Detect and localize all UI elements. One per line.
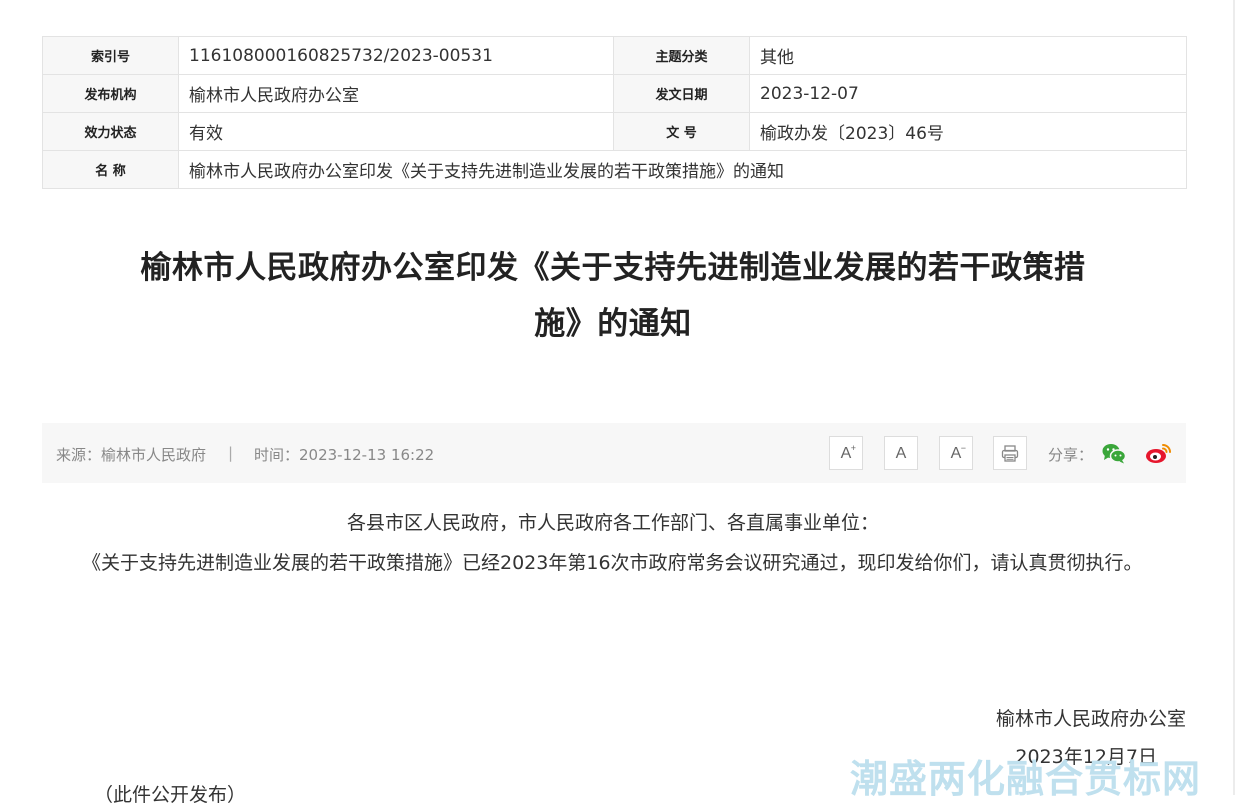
page-title-line1: 榆林市人民政府办公室印发《关于支持先进制造业发展的若干政策措 (140, 250, 1086, 286)
signature-organization: 榆林市人民政府办公室 (995, 708, 1186, 730)
document-name-value: 榆林市人民政府办公室印发《关于支持先进制造业发展的若干政策措施》的通知 (178, 150, 1187, 189)
share-label: 分享： (1048, 446, 1094, 464)
weibo-share-icon[interactable] (1145, 441, 1173, 465)
index-number-label: 索引号 (42, 36, 179, 75)
font-decrease-button[interactable]: A − (939, 436, 973, 470)
document-name-label: 名 称 (42, 150, 179, 189)
plus-icon: + (850, 443, 856, 453)
topic-category-value: 其他 (749, 36, 1187, 75)
info-row-publisher: 发布机构 榆林市人民政府办公室 发文日期 2023-12-07 (42, 74, 1187, 113)
info-row-status: 效力状态 有效 文 号 榆政办发〔2023〕46号 (42, 112, 1187, 151)
minus-icon: − (960, 443, 966, 453)
printer-icon (1001, 445, 1019, 462)
info-row-name: 名 称 榆林市人民政府办公室印发《关于支持先进制造业发展的若干政策措施》的通知 (42, 150, 1187, 189)
document-number-value: 榆政办发〔2023〕46号 (749, 112, 1187, 151)
page-title: 榆林市人民政府办公室印发《关于支持先进制造业发展的若干政策措 施》的通知 (90, 240, 1136, 352)
font-normal-button[interactable]: A (884, 436, 918, 470)
meta-separator: | (228, 444, 234, 462)
font-decrease-glyph: A (950, 445, 962, 462)
font-increase-glyph: A (840, 445, 852, 462)
page-title-line2: 施》的通知 (534, 306, 692, 342)
validity-status-value: 有效 (178, 112, 614, 151)
font-normal-glyph: A (895, 445, 907, 462)
public-release-note: （此件公开发布） (94, 784, 247, 806)
article-meta-bar: 来源：榆林市人民政府 | 时间：2023-12-13 16:22 A + A A −… (42, 423, 1186, 483)
publisher-label: 发布机构 (42, 74, 179, 113)
font-increase-button[interactable]: A + (829, 436, 863, 470)
wechat-share-icon[interactable] (1101, 441, 1127, 465)
info-row-index: 索引号 116108000160825732/2023-00531 主题分类 其… (42, 36, 1187, 75)
issue-date-label: 发文日期 (613, 74, 750, 113)
index-number-value: 116108000160825732/2023-00531 (178, 36, 614, 75)
publisher-value: 榆林市人民政府办公室 (178, 74, 614, 113)
issue-date-value: 2023-12-07 (749, 74, 1187, 113)
body-paragraph: 《关于支持先进制造业发展的若干政策措施》已经2023年第16次市政府常务会议研究… (82, 552, 1143, 574)
print-button[interactable] (993, 436, 1027, 470)
publish-time-text: 时间：2023-12-13 16:22 (254, 446, 435, 464)
validity-status-label: 效力状态 (42, 112, 179, 151)
topic-category-label: 主题分类 (613, 36, 750, 75)
document-number-label: 文 号 (613, 112, 750, 151)
document-info-table: 索引号 116108000160825732/2023-00531 主题分类 其… (42, 36, 1187, 189)
salutation-text: 各县市区人民政府，市人民政府各工作部门、各直属事业单位： (346, 512, 879, 534)
source-text: 来源：榆林市人民政府 (56, 446, 207, 464)
